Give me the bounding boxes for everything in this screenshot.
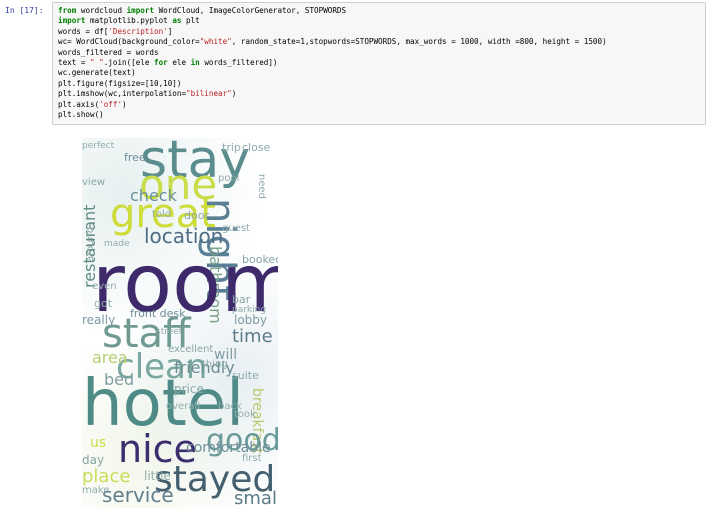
code-cell[interactable]: from wordcloud import WordCloud, ImageCo… [52, 2, 706, 125]
wordcloud-word: even [92, 281, 117, 292]
wordcloud-word: overall [166, 401, 200, 412]
code-token: .join([ele [103, 58, 155, 68]
wordcloud-word: really [82, 313, 116, 327]
code-editor[interactable]: from wordcloud import WordCloud, ImageCo… [53, 3, 705, 123]
wordcloud-word: area [92, 348, 128, 367]
wordcloud-word: close [242, 141, 271, 154]
wordcloud-word: made [104, 239, 130, 249]
code-token: , random_state=1,stopwords=STOPWORDS, ma… [231, 37, 607, 47]
wordcloud-word: view [82, 177, 106, 188]
code-token: text = [58, 58, 91, 68]
wordcloud-word: got [94, 297, 113, 310]
wordcloud-word: time [232, 326, 273, 347]
code-token: WordCloud, ImageColorGenerator, STOPWORD… [154, 6, 347, 15]
code-token: plt.figure(figsize=[10,10]) [58, 78, 182, 88]
wordcloud-word: us [90, 435, 107, 451]
wordcloud-word: booked [242, 253, 278, 266]
wordcloud-word: make [82, 485, 110, 496]
code-token: " " [90, 58, 104, 68]
code-line: plt.imshow(wc,interpolation="bilinear") [58, 89, 700, 99]
wordcloud-word: free [124, 151, 146, 164]
wordcloud-word: told [152, 209, 172, 220]
code-token: "bilinear" [186, 89, 232, 99]
wordcloud-word: small [234, 488, 278, 508]
wordcloud-word: bar [232, 293, 251, 306]
wordcloud-image: stay one great night location restaurant check… [82, 138, 278, 508]
wordcloud-word: street [156, 327, 183, 337]
code-token: "white" [199, 37, 232, 47]
code-line: plt.axis('off') [58, 100, 700, 110]
wordcloud-word: trip [222, 141, 241, 154]
code-token: ele [167, 58, 191, 68]
wordcloud-word: perfect [82, 141, 115, 151]
wordcloud-word: took [234, 409, 256, 420]
code-token: plt.axis( [58, 99, 100, 109]
wordcloud-word: guest [222, 223, 250, 234]
wordcloud-word: price [174, 382, 204, 396]
wordcloud-word: door [184, 209, 209, 222]
code-token: plt [181, 16, 200, 26]
code-token: 'off' [99, 99, 123, 109]
code-token: ) [122, 99, 127, 109]
code-token: plt.imshow(wc,interpolation= [58, 89, 187, 99]
code-line: words = df['Description'] [58, 27, 700, 37]
code-token: wordcloud [76, 6, 127, 15]
wordcloud-word: front desk [130, 307, 186, 320]
code-line: text = " ".join([ele for ele in words_fi… [58, 58, 700, 68]
code-token: for [154, 58, 168, 68]
code-line: from wordcloud import WordCloud, ImageCo… [58, 6, 700, 16]
code-token: words = df[ [58, 26, 109, 36]
code-line: wc= WordCloud(background_color="white", … [58, 37, 700, 47]
wordcloud-word: check [130, 186, 177, 205]
code-line: import matplotlib.pyplot as plt [58, 16, 700, 26]
cell-prompt: In [17]: [5, 6, 44, 15]
wordcloud-word: pool [218, 173, 240, 184]
code-line: wc.generate(text) [58, 68, 700, 78]
code-token: ] [167, 26, 173, 36]
code-token: plt.show() [58, 110, 104, 120]
code-token: from [58, 6, 77, 15]
wordcloud-word: day [82, 453, 105, 467]
code-token: import [58, 16, 86, 26]
wordcloud-word: place [82, 466, 131, 487]
code-token: 'Description' [108, 26, 168, 36]
code-token: words_filtered]) [199, 58, 278, 68]
wordcloud-word: bed [104, 370, 135, 389]
code-line: plt.figure(figsize=[10,10]) [58, 79, 700, 89]
code-token: in [190, 58, 200, 68]
code-token: ) [231, 89, 237, 99]
code-token: wc.generate(text) [58, 68, 136, 78]
code-token: matplotlib.pyplot [85, 16, 173, 26]
wordcloud-word: service [102, 483, 174, 507]
wordcloud-word: little [144, 469, 171, 483]
code-line: plt.show() [58, 110, 700, 120]
code-token: wc= WordCloud(background_color= [58, 37, 200, 47]
wordcloud-word: around [85, 226, 96, 262]
wordcloud-word: suite [232, 369, 259, 382]
code-token: words_filtered = words [58, 47, 159, 57]
output-area: stay one great night location restaurant check… [52, 128, 706, 508]
wordcloud-word: excellent [168, 344, 214, 355]
wordcloud-word: thing [202, 359, 228, 370]
code-line: words_filtered = words [58, 48, 700, 58]
wordcloud-word: first [242, 453, 262, 464]
code-token: import [126, 6, 155, 15]
wordcloud-word: lobby [234, 313, 268, 327]
wordcloud-word: parking [232, 305, 267, 315]
wordcloud-word: need [256, 174, 267, 199]
